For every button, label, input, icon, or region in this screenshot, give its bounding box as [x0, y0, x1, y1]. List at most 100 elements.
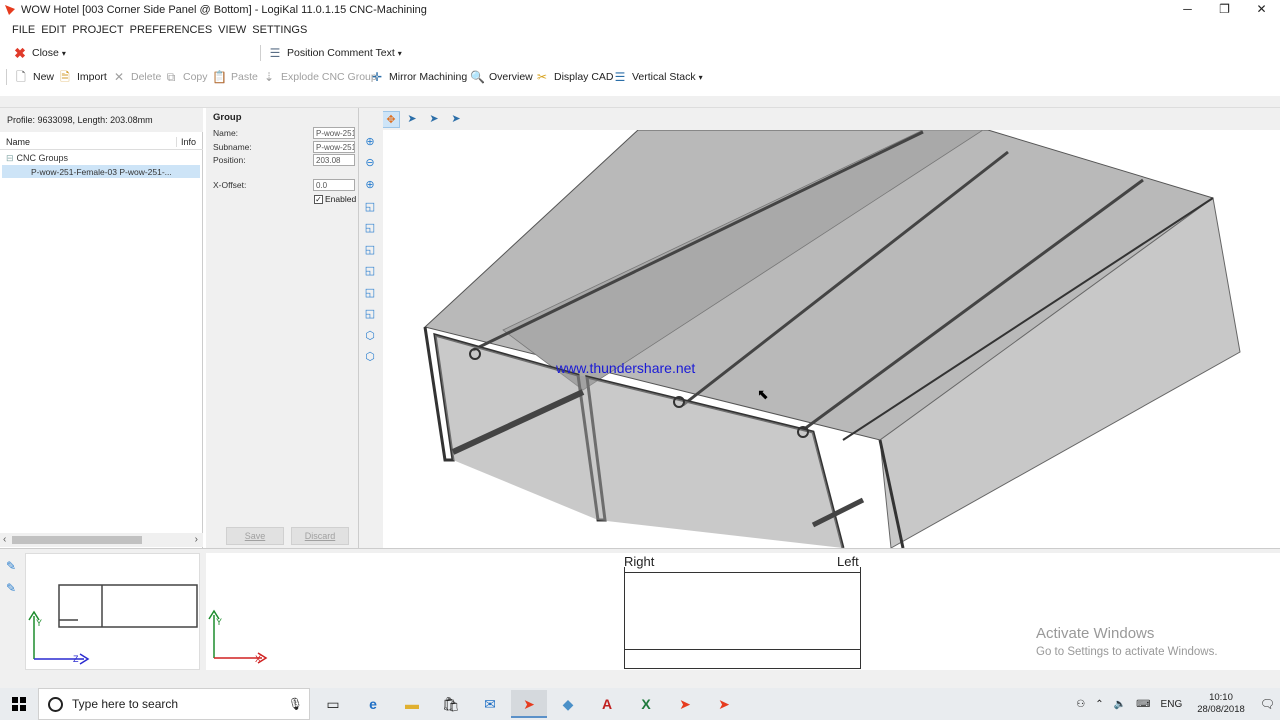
position-field[interactable]: 203.08	[313, 154, 355, 166]
tools-icon: ✂	[536, 70, 548, 84]
side-view-bottom-line	[624, 649, 861, 650]
expand-icon[interactable]: ⊟	[6, 153, 14, 163]
copy-button[interactable]: ⧉ Copy	[164, 67, 208, 87]
start-button[interactable]	[0, 688, 38, 720]
view-back-icon[interactable]: ◱	[362, 220, 378, 236]
logikal-third-icon[interactable]: ➤	[706, 690, 742, 718]
outlook-icon[interactable]: ✉	[472, 690, 508, 718]
position-comment-text-button[interactable]: ☰ Position Comment Text ▾	[268, 43, 402, 63]
excel-icon[interactable]: X	[628, 690, 664, 718]
enabled-checkbox[interactable]: ✓ Enabled	[314, 194, 359, 204]
chevron-down-icon: ▾	[397, 48, 402, 58]
machining-side-view: Y X Right Left Activate Windows Go to Se…	[206, 553, 1280, 670]
tree-node-group[interactable]: P-wow-251-Female-03 P-wow-251-...	[2, 165, 200, 178]
network-icon[interactable]: ⌨	[1136, 699, 1150, 710]
menu-edit[interactable]: EDIT	[41, 24, 66, 36]
vertical-stack-button[interactable]: ☰ Vertical Stack ▾	[613, 67, 703, 87]
clock-date: 28/08/2018	[1197, 704, 1245, 715]
view-iso-icon[interactable]: ⬡	[362, 328, 378, 344]
language-indicator[interactable]: ENG	[1161, 699, 1183, 710]
zoom-out-icon[interactable]: ⊖	[362, 155, 378, 171]
xy-axis-drawing: Y X	[208, 609, 268, 664]
xoffset-field[interactable]: 0.0	[313, 179, 355, 191]
view-right-icon[interactable]: ◱	[362, 263, 378, 279]
view-iso-alt-icon[interactable]: ⬡	[362, 349, 378, 365]
file-explorer-icon[interactable]: ▬	[394, 690, 430, 718]
menu-file[interactable]: FILE	[12, 24, 35, 36]
menu-settings[interactable]: SETTINGS	[252, 24, 307, 36]
logikal-taskbar-icon[interactable]: ➤	[511, 690, 547, 718]
scroll-thumb[interactable]	[12, 536, 142, 544]
rotate-icon[interactable]: ✥	[382, 111, 400, 128]
minimize-button[interactable]: ─	[1169, 0, 1206, 20]
paste-button[interactable]: 📋 Paste	[212, 67, 258, 87]
name-field[interactable]: P-wow-251	[313, 127, 355, 139]
logikal-app-icon	[5, 5, 15, 15]
watermark-text: www.thundershare.net	[556, 360, 696, 376]
import-label: Import	[77, 71, 107, 83]
task-view-icon[interactable]: ▭	[315, 690, 351, 718]
view-front-icon[interactable]: ◱	[362, 199, 378, 215]
zoom-fit-icon[interactable]: ⊕	[362, 177, 378, 193]
import-button[interactable]: 🗎 Import	[58, 67, 107, 87]
app-blue-icon[interactable]: ◆	[550, 690, 586, 718]
axis-z-label: Z	[73, 654, 79, 664]
remove-pointer-icon[interactable]: ➤	[447, 111, 465, 128]
explode-cnc-group-button[interactable]: ⇣ Explode CNC Group	[262, 67, 377, 87]
toolbar-top: ✖ Close ▾ ☰ Position Comment Text ▾	[0, 43, 1280, 63]
edge-icon[interactable]: e	[355, 690, 391, 718]
logikal-alt-icon[interactable]: ➤	[667, 690, 703, 718]
overview-button[interactable]: 🔍 Overview	[470, 67, 533, 87]
import-icon: 🗎	[60, 70, 70, 84]
select-pointer-icon[interactable]: ➤	[403, 111, 421, 128]
chevron-down-icon: ▾	[698, 72, 703, 82]
column-info[interactable]: Info	[176, 137, 196, 147]
axis-y2-label: Y	[216, 617, 222, 627]
volume-icon[interactable]: 🔈	[1114, 699, 1126, 710]
edit-pencil-icon[interactable]: ✎	[6, 559, 16, 573]
clock[interactable]: 10:10 28/08/2018	[1197, 692, 1245, 716]
activate-windows-notice: Activate Windows Go to Settings to activ…	[1036, 625, 1218, 658]
maximize-button[interactable]: ❐	[1206, 0, 1243, 20]
new-button[interactable]: 🗋 New	[14, 67, 54, 87]
notifications-icon[interactable]: 🗨	[1260, 697, 1275, 711]
discard-button[interactable]: Discard	[291, 527, 349, 545]
tree-node-cnc-groups[interactable]: ⊟ CNC Groups	[6, 153, 68, 164]
paste-icon: 📋	[212, 70, 227, 84]
taskbar-search[interactable]: Type here to search 🎙	[38, 688, 310, 720]
zoom-in-icon[interactable]: ⊕	[362, 134, 378, 150]
column-name[interactable]: Name	[6, 137, 30, 147]
store-icon[interactable]: 🛍	[433, 690, 469, 718]
subname-field[interactable]: P-wow-251	[313, 141, 355, 153]
3d-viewport[interactable]: www.thundershare.net ⬉	[383, 130, 1280, 548]
scroll-right-icon[interactable]: ›	[195, 534, 198, 545]
save-button[interactable]: Save	[226, 527, 284, 545]
microphone-icon[interactable]: 🎙	[288, 697, 303, 711]
search-placeholder: Type here to search	[72, 697, 179, 711]
menu-preferences[interactable]: PREFERENCES	[130, 24, 213, 36]
tree-root-label: CNC Groups	[16, 153, 69, 163]
scroll-left-icon[interactable]: ‹	[3, 534, 6, 545]
autocad-icon[interactable]: A	[589, 690, 625, 718]
mirror-machining-button[interactable]: ✛ Mirror Machining	[370, 67, 467, 87]
view-bottom-icon[interactable]: ◱	[362, 306, 378, 322]
view-top-icon[interactable]: ◱	[362, 285, 378, 301]
add-pointer-icon[interactable]: ➤	[425, 111, 443, 128]
display-cad-button[interactable]: ✂ Display CAD	[535, 67, 614, 87]
display-cad-label: Display CAD	[554, 71, 614, 83]
tray-chevron-icon[interactable]: ⌃	[1095, 699, 1103, 710]
menu-project[interactable]: PROJECT	[72, 24, 123, 36]
view-left-icon[interactable]: ◱	[362, 242, 378, 258]
close-window-button[interactable]: ✕	[1243, 0, 1280, 20]
edit-pencil-alt-icon[interactable]: ✎	[6, 581, 16, 595]
menu-view[interactable]: VIEW	[218, 24, 246, 36]
side-view-top-line	[624, 572, 861, 573]
system-tray: ⚇ ⌃ 🔈 ⌨ ENG 10:10 28/08/2018 🗨	[1071, 688, 1280, 720]
paste-label: Paste	[231, 71, 258, 83]
close-button[interactable]: ✖ Close ▾	[13, 43, 66, 63]
delete-button[interactable]: ✕ Delete	[112, 67, 161, 87]
axis-y1-label: Y	[36, 618, 42, 628]
people-icon[interactable]: ⚇	[1076, 699, 1085, 710]
horizontal-scrollbar[interactable]: ‹ ›	[0, 533, 203, 547]
tree-column-headers: Name Info	[0, 134, 203, 150]
